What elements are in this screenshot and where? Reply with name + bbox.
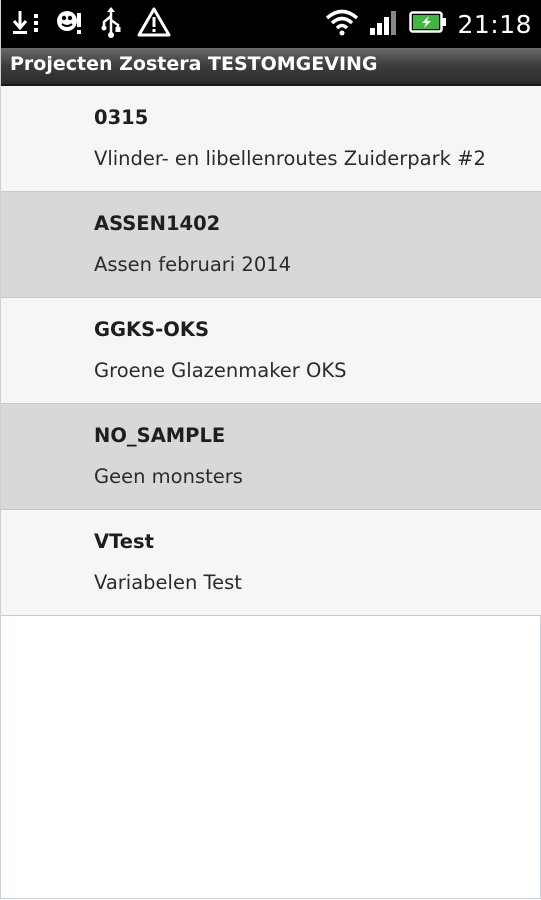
- project-code: 0315: [94, 106, 149, 129]
- download-icon: [11, 9, 29, 39]
- app-screen: 21:18 Projecten Zostera TESTOMGEVING 031…: [0, 0, 541, 899]
- project-list-item-0315[interactable]: 0315 Vlinder- en libellenroutes Zuiderpa…: [1, 86, 541, 192]
- project-list-item-no-sample[interactable]: NO_SAMPLE Geen monsters: [1, 404, 541, 510]
- project-list-item-vtest[interactable]: VTest Variabelen Test: [1, 510, 541, 616]
- project-code: VTest: [94, 530, 154, 553]
- project-description: Vlinder- en libellenroutes Zuiderpark #2: [94, 147, 486, 170]
- clock: 21:18: [457, 9, 532, 39]
- project-code: ASSEN1402: [94, 212, 221, 235]
- notification-icon: [55, 7, 85, 41]
- project-list-item-ggks-oks[interactable]: GGKS-OKS Groene Glazenmaker OKS: [1, 298, 541, 404]
- project-list: 0315 Vlinder- en libellenroutes Zuiderpa…: [1, 86, 541, 616]
- status-bar: 21:18: [1, 0, 541, 48]
- battery-charging-icon: [409, 10, 447, 38]
- page-title: Projecten Zostera TESTOMGEVING: [10, 53, 378, 75]
- project-code: GGKS-OKS: [94, 318, 209, 341]
- status-icons-left: [11, 4, 171, 44]
- menu-dots-icon: [33, 9, 39, 39]
- project-description: Assen februari 2014: [94, 253, 292, 276]
- title-bar: Projecten Zostera TESTOMGEVING: [1, 48, 541, 86]
- project-description: Groene Glazenmaker OKS: [94, 359, 347, 382]
- warning-icon: [137, 7, 171, 41]
- wifi-icon: [325, 8, 359, 40]
- status-icons-right: 21:18: [325, 4, 532, 44]
- project-description: Geen monsters: [94, 465, 243, 488]
- project-description: Variabelen Test: [94, 571, 242, 594]
- usb-icon: [101, 6, 121, 42]
- project-list-item-assen1402[interactable]: ASSEN1402 Assen februari 2014: [1, 192, 541, 298]
- signal-icon: [369, 8, 399, 40]
- project-code: NO_SAMPLE: [94, 424, 226, 447]
